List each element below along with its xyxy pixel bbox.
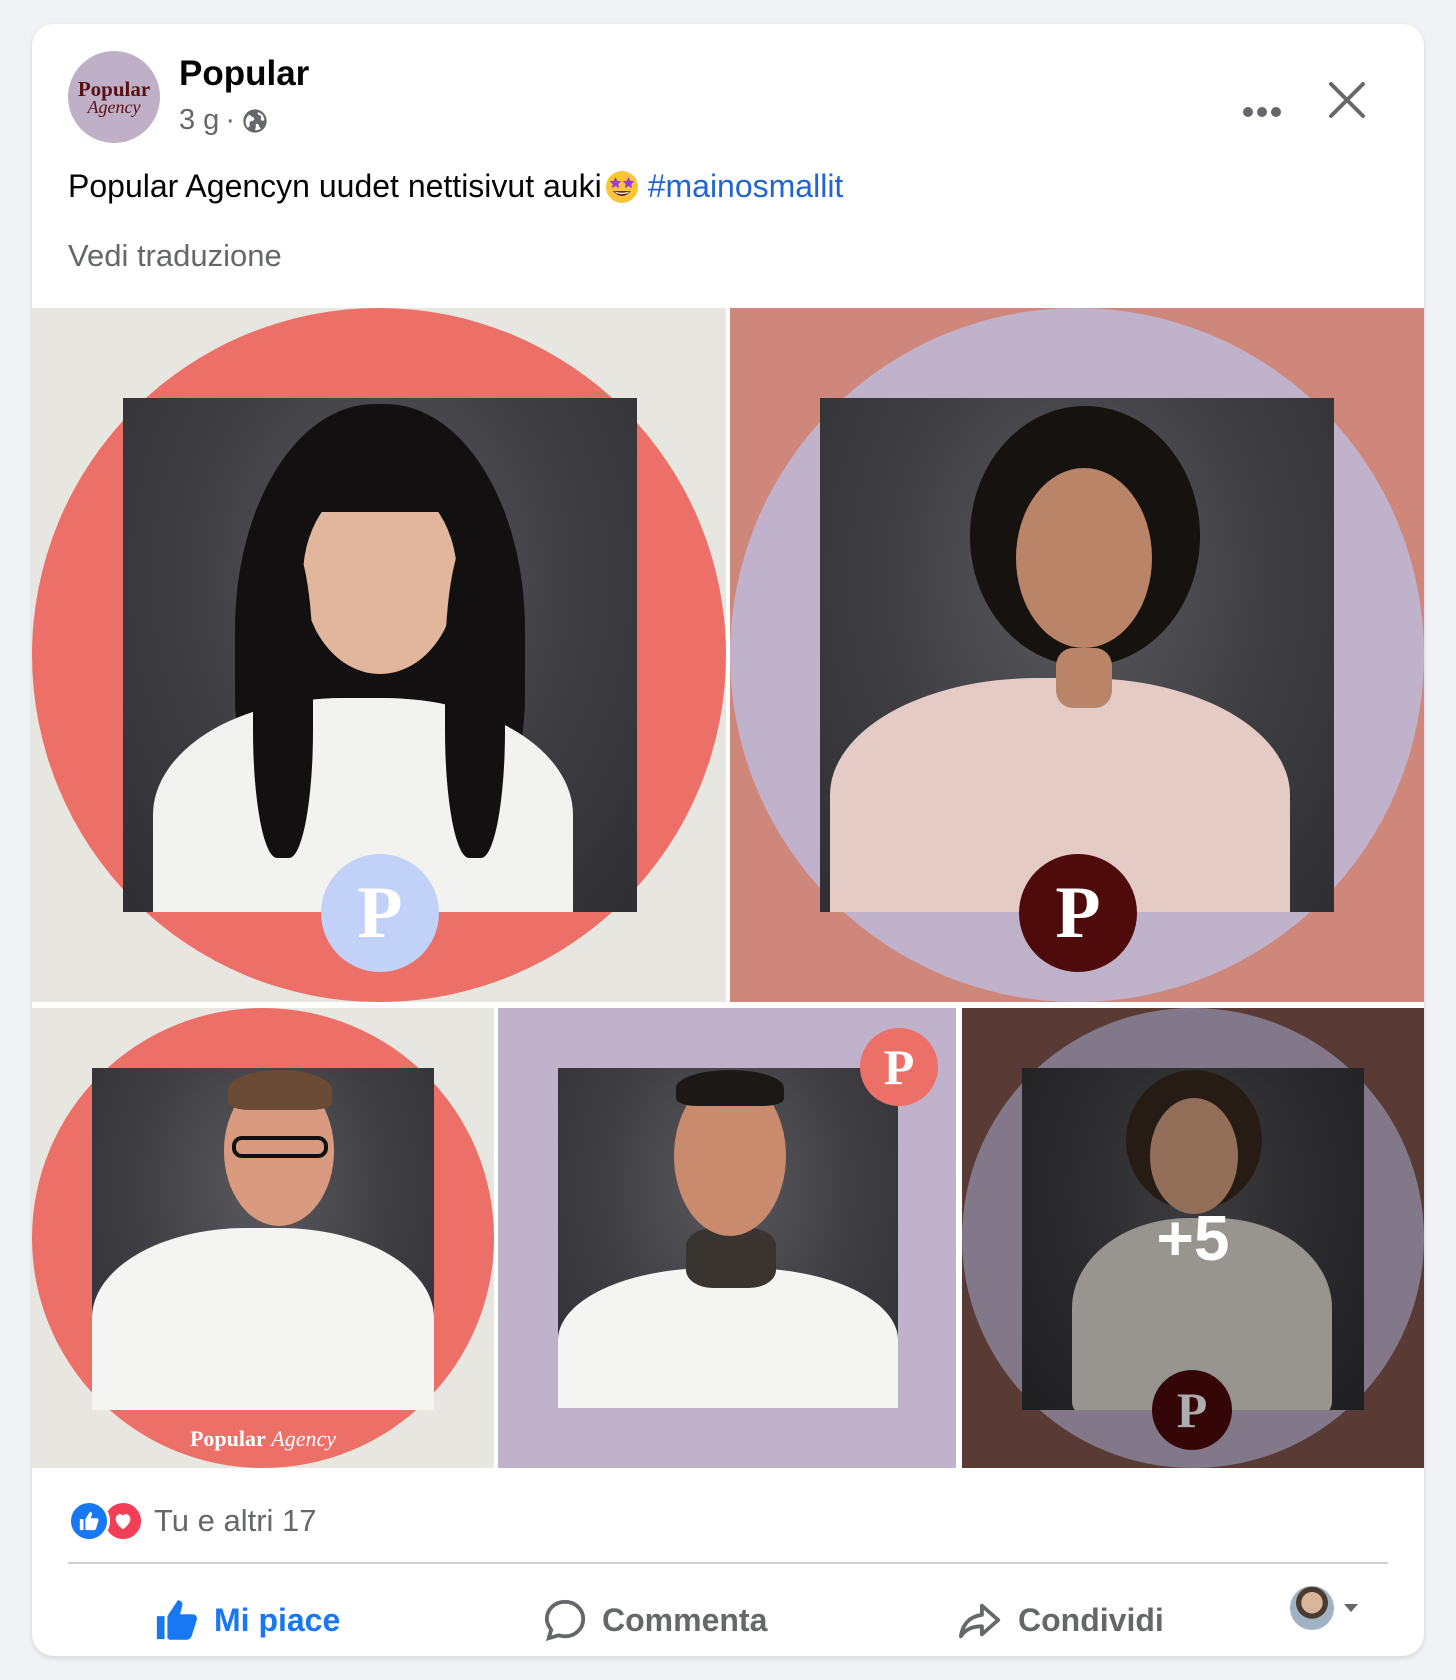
post-text: Popular Agencyn uudet nettisivut auki [68,168,602,204]
gallery-photo-1[interactable]: P [32,308,726,1002]
agency-badge: P [860,1028,938,1106]
page-avatar[interactable]: Popular Agency [68,51,160,143]
gallery-photo-3[interactable]: Popular Agency [32,1008,494,1468]
reactions-summary[interactable]: Tu e altri 17 [68,1500,317,1542]
close-icon [1329,82,1365,118]
share-arrow-icon [958,1603,1001,1639]
share-button[interactable]: Condividi [956,1584,1164,1656]
comment-button[interactable]: Commenta [542,1584,767,1656]
gallery-photo-2[interactable]: P [730,308,1424,1002]
like-reaction-icon [68,1500,110,1542]
watermark-bold: Popular [189,1426,266,1451]
portrait-man-tattoo [558,1068,898,1408]
comment-label: Commenta [602,1601,768,1638]
actions-divider [68,1562,1388,1564]
photo-gallery: P P Popular Agency P P +5 [32,308,1424,1468]
hashtag-link[interactable]: #mainosmallit [648,168,844,205]
comment-icon [544,1599,586,1642]
reaction-profile-selector[interactable] [1290,1586,1360,1630]
more-dots-icon [1243,107,1281,117]
post-time[interactable]: 3 g [179,104,219,137]
portrait-woman-curly [820,398,1334,912]
agency-badge: P [321,854,439,972]
post-card: Popular Agency Popular 3 g · Popular Age… [32,24,1424,1656]
watermark-italic: Agency [271,1426,337,1451]
more-options-button[interactable] [1232,82,1292,142]
like-label: Mi piace [214,1601,341,1638]
post-caption: Popular Agencyn uudet nettisivut auki #m… [68,168,843,205]
user-avatar [1290,1586,1334,1630]
caret-down-icon [1344,1604,1358,1612]
like-button[interactable]: Mi piace [154,1584,340,1656]
see-translation-link[interactable]: Vedi traduzione [68,238,282,274]
meta-separator: · [225,104,235,136]
page-name[interactable]: Popular [179,54,309,94]
thumbs-up-icon [156,1600,197,1640]
share-label: Condividi [1018,1601,1164,1638]
star-struck-emoji-icon [605,170,638,203]
reactions-count: Tu e altri 17 [154,1503,317,1538]
agency-badge: P [1019,854,1137,972]
watermark-logo: Popular Agency [32,1426,494,1452]
portrait-man-glasses [92,1068,434,1410]
portrait-woman-bangs [123,398,637,912]
post-meta: 3 g · [179,104,269,137]
gallery-photo-4[interactable]: P [498,1008,956,1468]
close-button[interactable] [1317,70,1377,130]
globe-icon [243,108,267,133]
avatar-logo-line2: Agency [87,96,141,117]
more-photos-overlay[interactable]: +5 [962,1008,1424,1468]
gallery-photo-5[interactable]: P +5 [962,1008,1424,1468]
